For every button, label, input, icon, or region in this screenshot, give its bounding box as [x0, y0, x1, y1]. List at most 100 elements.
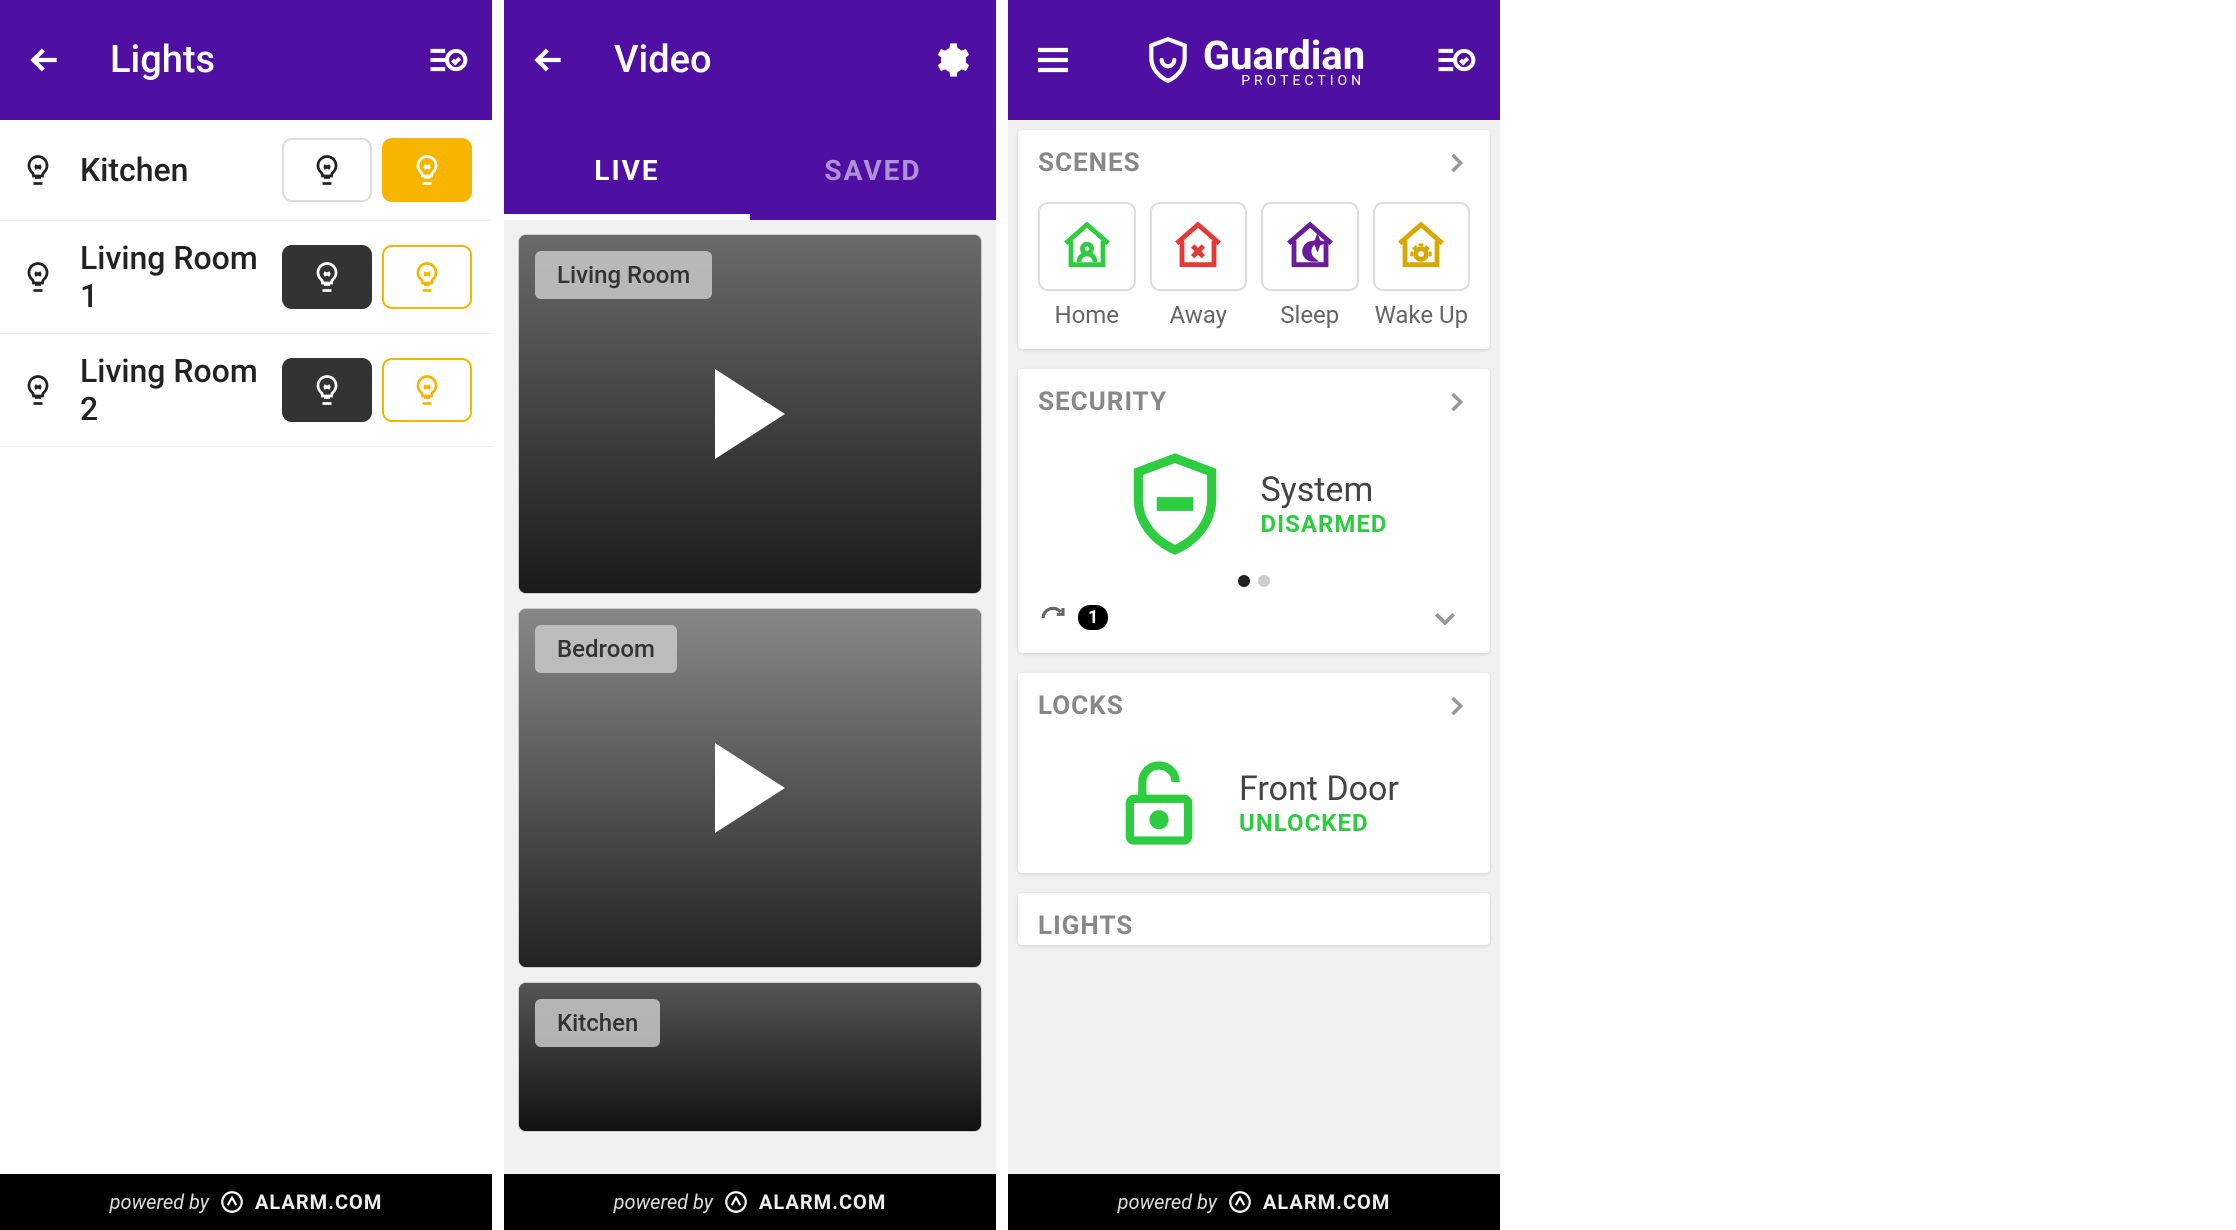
- feed-card[interactable]: Living Room: [518, 234, 982, 594]
- brand-logo: Guardian PROTECTION: [1078, 32, 1430, 89]
- scene-item: Sleep: [1261, 202, 1359, 329]
- lights-header[interactable]: LIGHTS: [1018, 893, 1490, 945]
- light-off-button[interactable]: [282, 245, 372, 309]
- chevron-right-icon: [1442, 388, 1470, 416]
- screen-dashboard: Guardian PROTECTION SCENES Home Away Sle…: [1008, 0, 1500, 1230]
- light-on-button[interactable]: [382, 138, 472, 202]
- tab-saved[interactable]: SAVED: [750, 120, 996, 220]
- light-name: Kitchen: [80, 151, 282, 189]
- light-row: Living Room 2: [0, 334, 492, 447]
- scene-item: Wake Up: [1373, 202, 1471, 329]
- page-dots: [1018, 569, 1490, 593]
- feed-label: Kitchen: [535, 999, 660, 1047]
- unlock-icon: [1109, 753, 1209, 853]
- locks-card: LOCKS Front Door UNLOCKED: [1018, 673, 1490, 873]
- light-on-button[interactable]: [382, 358, 472, 422]
- footer-powered-by: powered by: [614, 1190, 713, 1214]
- footer-brand: ALARM.COM: [255, 1190, 382, 1214]
- locks-status[interactable]: Front Door UNLOCKED: [1018, 739, 1490, 863]
- security-state: DISARMED: [1260, 510, 1387, 538]
- footer-powered-by: powered by: [1118, 1190, 1217, 1214]
- chevron-right-icon: [1442, 692, 1470, 720]
- lock-label: Front Door: [1239, 769, 1399, 809]
- refresh-icon: [1038, 603, 1068, 633]
- schedule-button[interactable]: [1430, 35, 1480, 85]
- lights-list: Kitchen Living Room 1 Living Room 2: [0, 120, 492, 1230]
- play-icon[interactable]: [715, 369, 785, 459]
- light-toggle: [282, 138, 472, 202]
- security-expand-row[interactable]: 1: [1018, 593, 1490, 643]
- footer: powered by ALARM.COM: [0, 1174, 492, 1230]
- light-on-button[interactable]: [382, 245, 472, 309]
- light-row: Living Room 1: [0, 221, 492, 334]
- scene-label: Wake Up: [1374, 301, 1468, 329]
- footer-brand: ALARM.COM: [759, 1190, 886, 1214]
- page-title: Lights: [110, 38, 215, 82]
- scene-label: Away: [1169, 301, 1227, 329]
- menu-button[interactable]: [1028, 35, 1078, 85]
- lights-card-peek: LIGHTS: [1018, 893, 1490, 945]
- shield-logo-icon: [1143, 35, 1193, 85]
- footer: powered by ALARM.COM: [504, 1174, 996, 1230]
- hamburger-icon: [1033, 40, 1073, 80]
- dashboard-body: SCENES Home Away Sleep Wake Up SECURITY …: [1008, 120, 1500, 1230]
- scene-button-home[interactable]: [1038, 202, 1136, 291]
- light-toggle: [282, 358, 472, 422]
- bulb-icon: [20, 152, 56, 188]
- scene-item: Away: [1150, 202, 1248, 329]
- feed-label: Living Room: [535, 251, 712, 299]
- feed-card[interactable]: Bedroom: [518, 608, 982, 968]
- feed-list: Living Room Bedroom Kitchen: [504, 220, 996, 1146]
- security-header[interactable]: SECURITY: [1018, 369, 1490, 435]
- logo-text: Guardian: [1203, 32, 1365, 79]
- card-title: LIGHTS: [1038, 911, 1133, 941]
- schedule-button[interactable]: [422, 35, 472, 85]
- light-name: Living Room 1: [80, 239, 282, 315]
- dot[interactable]: [1238, 575, 1250, 587]
- locks-header[interactable]: LOCKS: [1018, 673, 1490, 739]
- bulb-icon: [20, 372, 56, 408]
- settings-button[interactable]: [926, 35, 976, 85]
- light-off-button[interactable]: [282, 138, 372, 202]
- back-button[interactable]: [20, 35, 70, 85]
- back-button[interactable]: [524, 35, 574, 85]
- page-title: Video: [614, 38, 712, 82]
- chevron-right-icon: [1442, 149, 1470, 177]
- tab-live[interactable]: LIVE: [504, 120, 750, 220]
- card-title: SCENES: [1038, 148, 1141, 178]
- dot[interactable]: [1258, 575, 1270, 587]
- header: Lights: [0, 0, 492, 120]
- feed-label: Bedroom: [535, 625, 677, 673]
- play-icon[interactable]: [715, 743, 785, 833]
- security-status[interactable]: System DISARMED: [1018, 435, 1490, 569]
- scene-label: Home: [1054, 301, 1119, 329]
- screen-video: Video LIVE SAVED Living Room Bedroom: [504, 0, 996, 1230]
- video-tabs: LIVE SAVED: [504, 120, 996, 220]
- scenes-header[interactable]: SCENES: [1018, 130, 1490, 196]
- light-row: Kitchen: [0, 120, 492, 221]
- header: Video LIVE SAVED: [504, 0, 996, 220]
- scene-button-away[interactable]: [1150, 202, 1248, 291]
- scene-button-sleep[interactable]: [1261, 202, 1359, 291]
- alarm-logo-icon: [1227, 1189, 1253, 1215]
- lock-state: UNLOCKED: [1239, 809, 1399, 837]
- scene-button-wake up[interactable]: [1373, 202, 1471, 291]
- light-name: Living Room 2: [80, 352, 282, 428]
- light-toggle: [282, 245, 472, 309]
- bulb-icon: [20, 259, 56, 295]
- footer-brand: ALARM.COM: [1263, 1190, 1390, 1214]
- scene-label: Sleep: [1280, 301, 1339, 329]
- header: Guardian PROTECTION: [1008, 0, 1500, 120]
- light-off-button[interactable]: [282, 358, 372, 422]
- shield-disarmed-icon: [1120, 449, 1230, 559]
- alarm-logo-icon: [723, 1189, 749, 1215]
- card-title: SECURITY: [1038, 387, 1167, 417]
- chevron-down-icon: [1430, 603, 1460, 633]
- list-check-icon: [1433, 38, 1477, 82]
- feed-card[interactable]: Kitchen: [518, 982, 982, 1132]
- gear-icon: [931, 40, 971, 80]
- arrow-left-icon: [529, 40, 569, 80]
- screen-lights: Lights Kitchen Living Room 1 Living Room…: [0, 0, 492, 1230]
- footer: powered by ALARM.COM: [1008, 1174, 1500, 1230]
- card-title: LOCKS: [1038, 691, 1124, 721]
